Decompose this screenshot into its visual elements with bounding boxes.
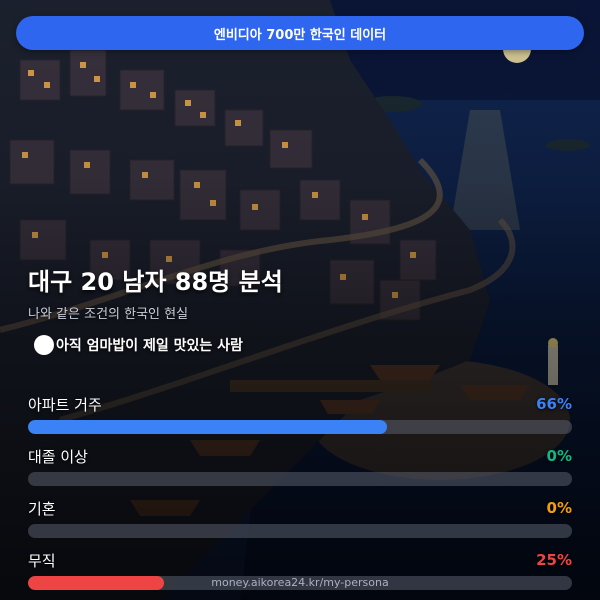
top-banner[interactable]: 엔비디아 700만 한국인 데이터	[16, 16, 584, 50]
persona-text: 아직 엄마밥이 제일 맛있는 사람	[56, 338, 243, 354]
stat-value: 66%	[536, 395, 572, 413]
stat-value: 25%	[536, 551, 572, 569]
stat-bar-track	[28, 524, 572, 538]
stat-bar-track	[28, 472, 572, 486]
footer-url: money.aikorea24.kr/my-persona	[211, 576, 389, 589]
stat-bar-track	[28, 420, 572, 434]
persona-icon	[34, 335, 54, 355]
stat-label: 기혼	[28, 499, 56, 518]
stat-value: 0%	[546, 499, 572, 517]
page-subtitle: 나와 같은 조건의 한국인 현실	[28, 307, 189, 322]
stat-label: 대졸 이상	[28, 447, 88, 466]
persona-tag: 아직 엄마밥이 제일 맛있는 사람	[30, 333, 243, 357]
stat-college: 대졸 이상 0%	[28, 446, 572, 486]
banner-text: 엔비디아 700만 한국인 데이터	[213, 27, 387, 43]
stat-value: 0%	[546, 447, 572, 465]
stat-label: 무직	[28, 551, 56, 570]
stat-apartment: 아파트 거주 66%	[28, 394, 572, 434]
stat-married: 기혼 0%	[28, 498, 572, 538]
page-title: 대구 20 남자 88명 분석	[28, 268, 283, 296]
stat-label: 아파트 거주	[28, 395, 102, 414]
stat-bar-fill	[28, 420, 388, 434]
